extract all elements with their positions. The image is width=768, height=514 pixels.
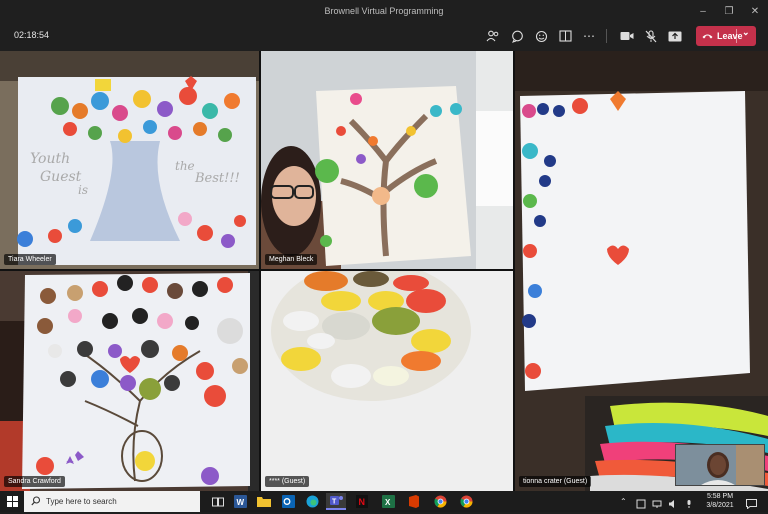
clock-date: 3/8/2021 (706, 501, 734, 509)
close-icon[interactable]: ✕ (742, 0, 768, 22)
network-icon[interactable] (652, 496, 662, 514)
search-placeholder: Type here to search (46, 497, 117, 506)
poster-text: Guest (40, 169, 82, 185)
edge-icon[interactable] (302, 493, 322, 510)
office-icon[interactable] (404, 493, 424, 510)
windows-start-icon[interactable] (0, 491, 24, 512)
chevron-up-icon[interactable]: ⌃ (620, 497, 627, 506)
poster-text: is (78, 183, 88, 197)
svg-text:N: N (359, 497, 366, 507)
taskbar-clock[interactable]: 5:58 PM 3/8/2021 (700, 493, 740, 510)
video-tile[interactable]: Meghan Bleck (261, 51, 513, 269)
chat-icon[interactable] (508, 27, 526, 45)
leave-label: Leave (717, 31, 743, 41)
share-screen-icon[interactable] (666, 27, 684, 45)
camera-icon[interactable] (618, 27, 636, 45)
participant-video (515, 51, 768, 491)
svg-text:X: X (385, 498, 391, 507)
video-grid: Youth Guest is the Best!!! Tiara Wheeler… (0, 51, 768, 491)
participant-name: **** (Guest) (265, 476, 310, 487)
window-controls: – ❐ ✕ (690, 0, 768, 22)
video-tile[interactable]: Youth Guest is the Best!!! Tiara Wheeler (0, 51, 259, 269)
svg-text:W: W (236, 498, 244, 507)
mic-tray-icon[interactable] (684, 496, 694, 514)
reactions-icon[interactable] (532, 27, 550, 45)
poster-text: the (175, 159, 195, 173)
teams-icon[interactable]: T (326, 493, 346, 510)
chrome-icon[interactable] (430, 493, 450, 510)
clock-time: 5:58 PM (706, 493, 734, 500)
participant-video (261, 51, 513, 269)
taskbar: Type here to search W T N X ⌃ 5:58 PM 3/… (0, 491, 768, 512)
file-explorer-icon[interactable] (254, 493, 274, 510)
toolbar-divider (606, 29, 607, 43)
title-bar: Brownell Virtual Programming – ❐ ✕ (0, 0, 768, 22)
participant-name: Meghan Bleck (265, 254, 318, 265)
more-options-icon[interactable]: ⋯ (580, 27, 598, 45)
poster-text: Youth (30, 151, 71, 167)
svg-text:T: T (332, 499, 337, 506)
participant-name: Tiara Wheeler (4, 254, 56, 265)
self-view-preview[interactable] (675, 444, 765, 486)
participant-name: Sandra Crawford (4, 476, 65, 487)
mic-muted-icon[interactable] (642, 27, 660, 45)
leave-button[interactable]: Leave ⌄ (696, 26, 756, 46)
video-tile[interactable]: tionna crater (Guest) (515, 51, 768, 491)
minimize-icon[interactable]: – (690, 0, 716, 22)
breakout-rooms-icon[interactable] (556, 27, 574, 45)
video-tile[interactable]: Sandra Crawford (0, 271, 259, 491)
participants-icon[interactable] (484, 27, 502, 45)
restore-icon[interactable]: ❐ (716, 0, 742, 22)
self-view-video (676, 445, 764, 485)
taskbar-search-box[interactable]: Type here to search (24, 491, 200, 512)
chrome-profile-icon[interactable] (456, 493, 476, 510)
chevron-down-icon[interactable]: ⌄ (742, 27, 750, 38)
outlook-icon[interactable] (278, 493, 298, 510)
window-title: Brownell Virtual Programming (324, 6, 444, 16)
poster-text: Best!!! (195, 171, 240, 186)
participant-name: tionna crater (Guest) (519, 476, 592, 487)
task-view-icon[interactable] (208, 493, 228, 510)
participant-video (0, 271, 259, 491)
meet-now-icon[interactable] (636, 496, 646, 514)
meeting-toolbar: 02:18:54 ⋯ Leave ⌄ (0, 22, 768, 50)
search-icon (31, 496, 41, 506)
volume-icon[interactable] (668, 496, 678, 514)
video-tile[interactable]: **** (Guest) (261, 271, 513, 491)
excel-icon[interactable]: X (378, 493, 398, 510)
netflix-icon[interactable]: N (352, 493, 372, 510)
notifications-icon[interactable] (746, 496, 757, 514)
phone-hangup-icon (702, 34, 713, 39)
word-icon[interactable]: W (230, 493, 250, 510)
leave-divider (736, 29, 737, 43)
meeting-timer: 02:18:54 (14, 30, 50, 40)
participant-video (261, 271, 513, 491)
